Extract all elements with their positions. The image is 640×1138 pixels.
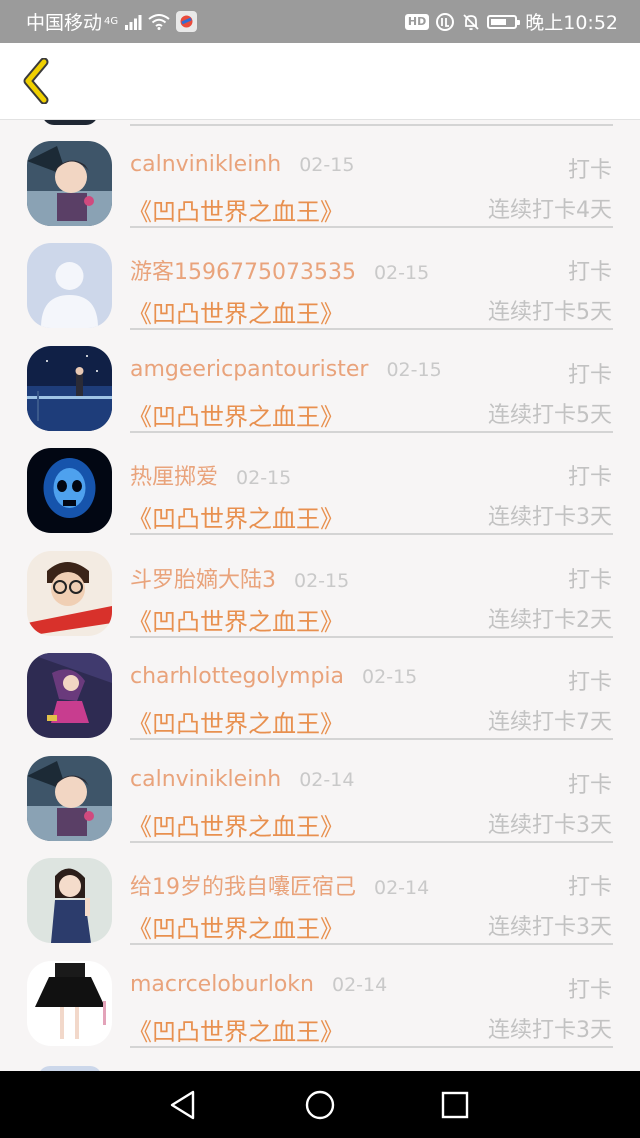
system-nav-bar [0,1071,640,1138]
username: amgeericpantourister 02-15 [130,357,442,382]
streak-count: 连续打卡3天 [488,915,612,940]
book-title[interactable]: 《凹凸世界之血王》 [128,294,344,329]
list-item[interactable]: 斗罗胎嫡大陆3 02-15 打卡 《凹凸世界之血王》 连续打卡2天 [0,530,640,638]
glasses-boy-avatar-image [27,551,112,636]
avatar[interactable] [27,141,112,226]
wifi-icon [148,13,170,30]
username: 斗罗胎嫡大陆3 02-15 [130,568,350,593]
streak-count: 连续打卡5天 [488,300,612,325]
blue-skull-avatar-image [27,448,112,533]
status-left: 中国移动 4G [26,8,198,35]
avatar[interactable] [27,858,112,943]
list-item[interactable]: calnvinikleinh 02-15 打卡 《凹凸世界之血王》 连续打卡4天 [0,120,640,228]
book-title[interactable]: 《凹凸世界之血王》 [128,499,344,534]
checkin-date: 02-14 [299,769,355,791]
list-item[interactable]: macrceloburlokn 02-14 打卡 《凹凸世界之血王》 连续打卡3天 [0,940,640,1048]
avatar[interactable] [27,756,112,841]
circle-home-icon [305,1090,335,1120]
avatar[interactable] [27,961,112,1046]
hd-badge: HD [404,13,430,30]
avatar[interactable] [27,243,112,328]
nav-recents-button[interactable] [437,1087,473,1123]
checkin-label: 打卡 [567,260,612,285]
nav-back-button[interactable] [165,1087,201,1123]
checkin-label: 打卡 [567,568,612,593]
checkin-list[interactable]: calnvinikleinh 02-15 打卡 《凹凸世界之血王》 连续打卡4天 … [0,120,640,1071]
anime-boy-avatar-image [27,141,112,226]
black-skirt-avatar-image [27,961,112,1046]
avatar[interactable] [27,346,112,431]
checkin-label: 打卡 [567,773,612,798]
mute-bell-icon [463,13,479,30]
streak-count: 连续打卡3天 [488,505,612,530]
username: calnvinikleinh 02-14 [130,767,355,792]
avatar[interactable] [27,448,112,533]
checkin-label: 打卡 [567,978,612,1003]
streak-count: 连续打卡4天 [488,198,612,223]
streak-count: 连续打卡7天 [488,710,612,735]
carrier-name: 中国移动 [26,12,103,34]
checkin-date: 02-14 [331,974,388,996]
streak-count: 连续打卡2天 [488,608,612,633]
status-right: HD 晚上10:52 [404,8,618,35]
checkin-label: 打卡 [567,158,612,183]
checkin-date: 02-15 [236,467,292,489]
back-button[interactable] [14,55,58,107]
nav-home-button[interactable] [302,1087,338,1123]
streak-count: 连续打卡3天 [488,813,612,838]
divider [130,1046,613,1048]
checkin-label: 打卡 [567,465,612,490]
anime-boy-avatar-image [27,756,112,841]
app-notification-icon [176,11,198,32]
triangle-back-icon [170,1090,195,1120]
checkin-label: 打卡 [567,670,612,695]
signal-icon [125,14,142,30]
square-recents-icon [441,1091,469,1119]
username: calnvinikleinh 02-15 [130,152,355,177]
list-item[interactable]: charhlottegolympia 02-15 打卡 《凹凸世界之血王》 连续打… [0,632,640,740]
username: macrceloburlokn 02-14 [130,972,388,997]
data-saver-icon [436,12,455,31]
list-item[interactable]: 给19岁的我自囔匠宿己 02-14 打卡 《凹凸世界之血王》 连续打卡3天 [0,837,640,945]
checkin-date: 02-15 [299,154,355,176]
anime-girl-avatar-image [27,653,112,738]
book-title[interactable]: 《凹凸世界之血王》 [128,909,344,944]
username: 热厘掷爱 02-15 [130,465,292,490]
battery-icon [487,14,521,29]
checkin-date: 02-15 [294,570,350,592]
checkin-date: 02-14 [374,877,430,899]
night-scene-avatar-image [27,346,112,431]
streak-count: 连续打卡3天 [488,1018,612,1043]
avatar[interactable] [27,551,112,636]
username: 游客1596775073535 02-15 [130,260,430,285]
username: 给19岁的我自囔匠宿己 02-14 [130,875,430,900]
top-bar [0,43,640,120]
list-item[interactable]: amgeericpantourister 02-15 打卡 《凹凸世界之血王》 连… [0,325,640,433]
list-item[interactable]: 游客1596775073535 02-15 打卡 《凹凸世界之血王》 连续打卡5天 [0,222,640,330]
streak-count: 连续打卡5天 [488,403,612,428]
avatar[interactable] [27,653,112,738]
checkin-label: 打卡 [567,875,612,900]
status-bar: 中国移动 4G HD 晚上10:52 [0,0,640,43]
checkin-label: 打卡 [567,363,612,388]
checkin-date: 02-15 [386,359,442,381]
list-item[interactable]: calnvinikleinh 02-14 打卡 《凹凸世界之血王》 连续打卡3天 [0,735,640,843]
list-item[interactable]: 热厘掷爱 02-15 打卡 《凹凸世界之血王》 连续打卡3天 [0,427,640,535]
checkin-date: 02-15 [373,262,430,284]
book-title[interactable]: 《凹凸世界之血王》 [128,1012,344,1047]
book-title[interactable]: 《凹凸世界之血王》 [128,704,344,739]
default-user-avatar-image [27,243,112,328]
clock: 晚上10:52 [525,12,618,34]
network-type: 4G [104,16,119,27]
username: charhlottegolympia 02-15 [130,664,418,689]
back-arrow-icon [23,58,49,104]
woman-photo-avatar-image [27,858,112,943]
checkin-date: 02-15 [362,666,418,688]
